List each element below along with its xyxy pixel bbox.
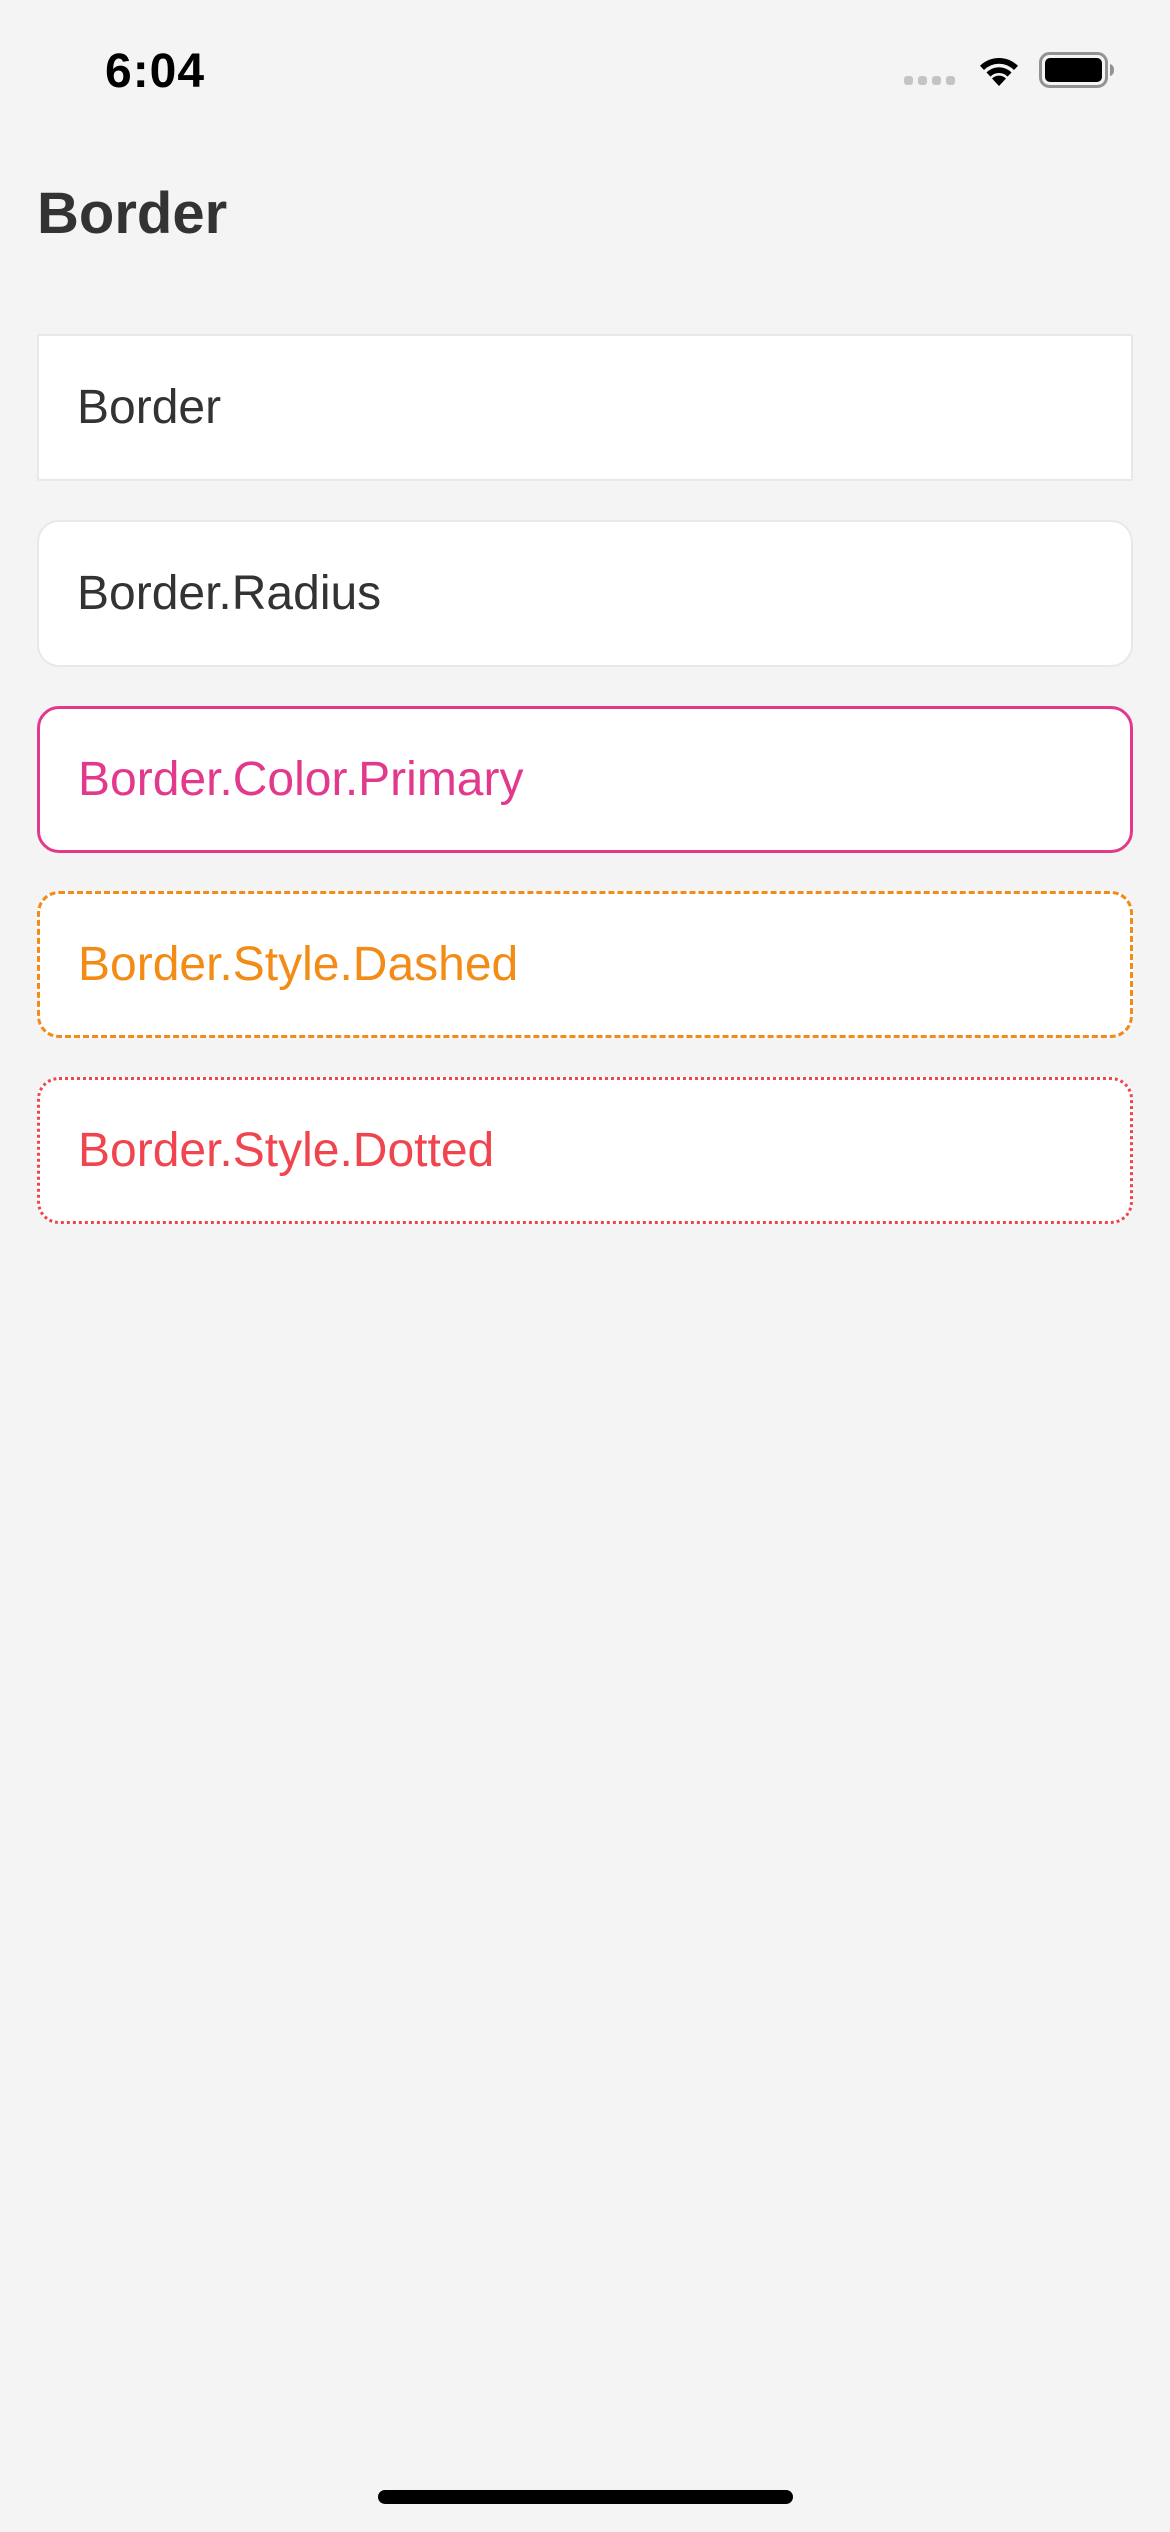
home-indicator[interactable] — [378, 2490, 793, 2504]
cell-label: Border.Style.Dashed — [78, 938, 519, 991]
border-style-dashed-cell[interactable]: Border.Style.Dashed — [37, 891, 1133, 1038]
cell-label: Border.Radius — [77, 567, 382, 620]
border-color-primary-cell[interactable]: Border.Color.Primary — [37, 706, 1133, 853]
page-title: Border — [37, 181, 228, 246]
border-radius-cell[interactable]: Border.Radius — [37, 520, 1133, 667]
status-time: 6:04 — [105, 45, 206, 98]
border-cell[interactable]: Border — [37, 334, 1133, 481]
wifi-icon — [980, 57, 1018, 86]
border-style-dotted-cell[interactable]: Border.Style.Dotted — [37, 1077, 1133, 1224]
status-icons — [904, 52, 1115, 88]
cell-label: Border.Style.Dotted — [78, 1124, 495, 1177]
cell-label: Border — [77, 381, 222, 434]
battery-icon — [1039, 52, 1114, 88]
cell-label: Border.Color.Primary — [78, 753, 524, 806]
status-bar: 6:04 — [0, 0, 1170, 150]
cellular-signal-icon — [904, 55, 959, 85]
